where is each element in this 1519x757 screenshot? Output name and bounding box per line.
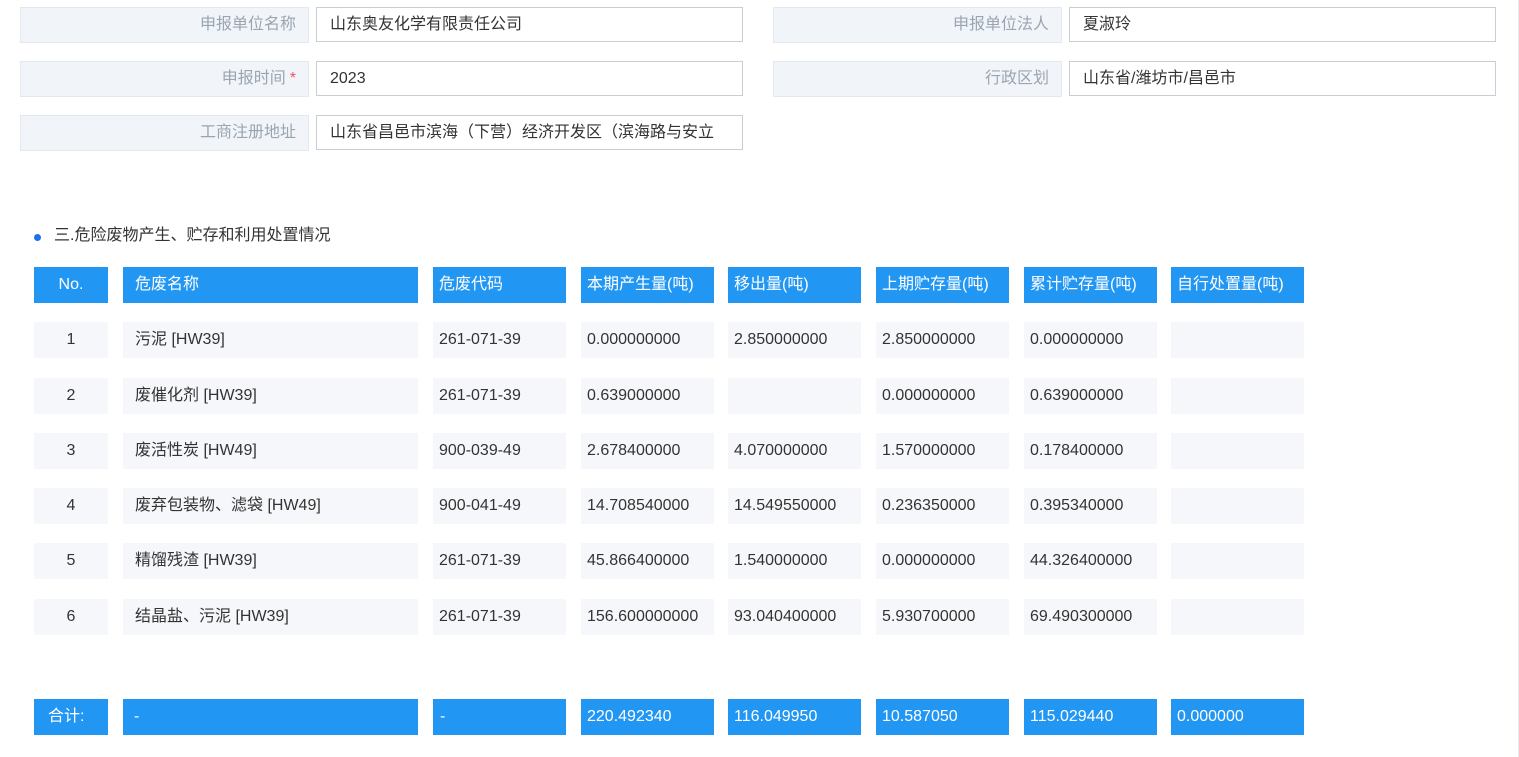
row-transferred: 4.070000000 xyxy=(728,433,861,469)
row-cum-storage: 44.326400000 xyxy=(1024,543,1157,579)
totals-cum-storage: 115.029440 xyxy=(1024,699,1157,735)
row-cum-storage: 0.000000000 xyxy=(1024,322,1157,358)
header-cum-storage: 累计贮存量(吨) xyxy=(1024,267,1157,303)
totals-self-disposal: 0.000000 xyxy=(1171,699,1304,735)
row-waste-name: 废弃包装物、滤袋 [HW49] xyxy=(123,488,418,524)
row-waste-name: 废催化剂 [HW39] xyxy=(123,378,418,414)
totals-prev-storage: 10.587050 xyxy=(876,699,1009,735)
report-time-label: 申报时间 * xyxy=(20,61,309,97)
unit-name-label: 申报单位名称 xyxy=(20,7,309,43)
row-prev-storage: 5.930700000 xyxy=(876,599,1009,635)
row-prev-storage: 0.236350000 xyxy=(876,488,1009,524)
totals-transferred: 116.049950 xyxy=(728,699,861,735)
row-transferred xyxy=(728,378,861,414)
required-mark: * xyxy=(289,70,296,87)
row-waste-name: 污泥 [HW39] xyxy=(123,322,418,358)
row-cum-storage: 69.490300000 xyxy=(1024,599,1157,635)
header-no: No. xyxy=(34,267,108,303)
unit-name-input[interactable]: 山东奥友化学有限责任公司 xyxy=(316,7,743,42)
row-transferred: 14.549550000 xyxy=(728,488,861,524)
legal-person-input[interactable]: 夏淑玲 xyxy=(1069,7,1496,42)
totals-waste-code: - xyxy=(433,699,566,735)
row-produced: 156.600000000 xyxy=(581,599,714,635)
row-produced: 0.000000000 xyxy=(581,322,714,358)
header-transferred: 移出量(吨) xyxy=(728,267,861,303)
row-waste-name: 精馏残渣 [HW39] xyxy=(123,543,418,579)
row-no: 5 xyxy=(34,543,108,579)
totals-waste-name: - xyxy=(123,699,418,735)
row-prev-storage: 1.570000000 xyxy=(876,433,1009,469)
row-no: 1 xyxy=(34,322,108,358)
row-cum-storage: 0.639000000 xyxy=(1024,378,1157,414)
row-no: 3 xyxy=(34,433,108,469)
row-transferred: 1.540000000 xyxy=(728,543,861,579)
legal-person-label: 申报单位法人 xyxy=(773,7,1062,43)
row-prev-storage: 2.850000000 xyxy=(876,322,1009,358)
row-waste-code: 261-071-39 xyxy=(433,543,566,579)
row-cum-storage: 0.178400000 xyxy=(1024,433,1157,469)
row-cum-storage: 0.395340000 xyxy=(1024,488,1157,524)
row-waste-code: 261-071-39 xyxy=(433,322,566,358)
section-bullet-icon xyxy=(34,234,41,241)
row-no: 2 xyxy=(34,378,108,414)
row-waste-name: 结晶盐、污泥 [HW39] xyxy=(123,599,418,635)
row-no: 4 xyxy=(34,488,108,524)
row-produced: 14.708540000 xyxy=(581,488,714,524)
header-prev-storage: 上期贮存量(吨) xyxy=(876,267,1009,303)
row-self-disposal xyxy=(1171,599,1304,635)
row-prev-storage: 0.000000000 xyxy=(876,378,1009,414)
region-input[interactable]: 山东省/潍坊市/昌邑市 xyxy=(1069,61,1496,96)
row-self-disposal xyxy=(1171,488,1304,524)
section-title: 三.危险废物产生、贮存和利用处置情况 xyxy=(54,227,331,244)
header-waste-name: 危废名称 xyxy=(123,267,418,303)
address-input[interactable]: 山东省昌邑市滨海（下营）经济开发区（滨海路与安立 xyxy=(316,115,743,150)
row-waste-code: 261-071-39 xyxy=(433,378,566,414)
row-transferred: 93.040400000 xyxy=(728,599,861,635)
totals-label: 合计: xyxy=(34,699,108,735)
row-waste-code: 900-041-49 xyxy=(433,488,566,524)
report-time-input[interactable]: 2023 xyxy=(316,61,743,96)
row-self-disposal xyxy=(1171,433,1304,469)
row-self-disposal xyxy=(1171,378,1304,414)
row-waste-code: 900-039-49 xyxy=(433,433,566,469)
region-label: 行政区划 xyxy=(773,61,1062,97)
header-self-disposal: 自行处置量(吨) xyxy=(1171,267,1304,303)
totals-produced: 220.492340 xyxy=(581,699,714,735)
row-no: 6 xyxy=(34,599,108,635)
row-prev-storage: 0.000000000 xyxy=(876,543,1009,579)
row-produced: 2.678400000 xyxy=(581,433,714,469)
address-label: 工商注册地址 xyxy=(20,115,309,151)
row-self-disposal xyxy=(1171,322,1304,358)
row-self-disposal xyxy=(1171,543,1304,579)
header-waste-code: 危废代码 xyxy=(433,267,566,303)
row-transferred: 2.850000000 xyxy=(728,322,861,358)
row-waste-name: 废活性炭 [HW49] xyxy=(123,433,418,469)
row-produced: 0.639000000 xyxy=(581,378,714,414)
row-produced: 45.866400000 xyxy=(581,543,714,579)
row-waste-code: 261-071-39 xyxy=(433,599,566,635)
header-produced: 本期产生量(吨) xyxy=(581,267,714,303)
